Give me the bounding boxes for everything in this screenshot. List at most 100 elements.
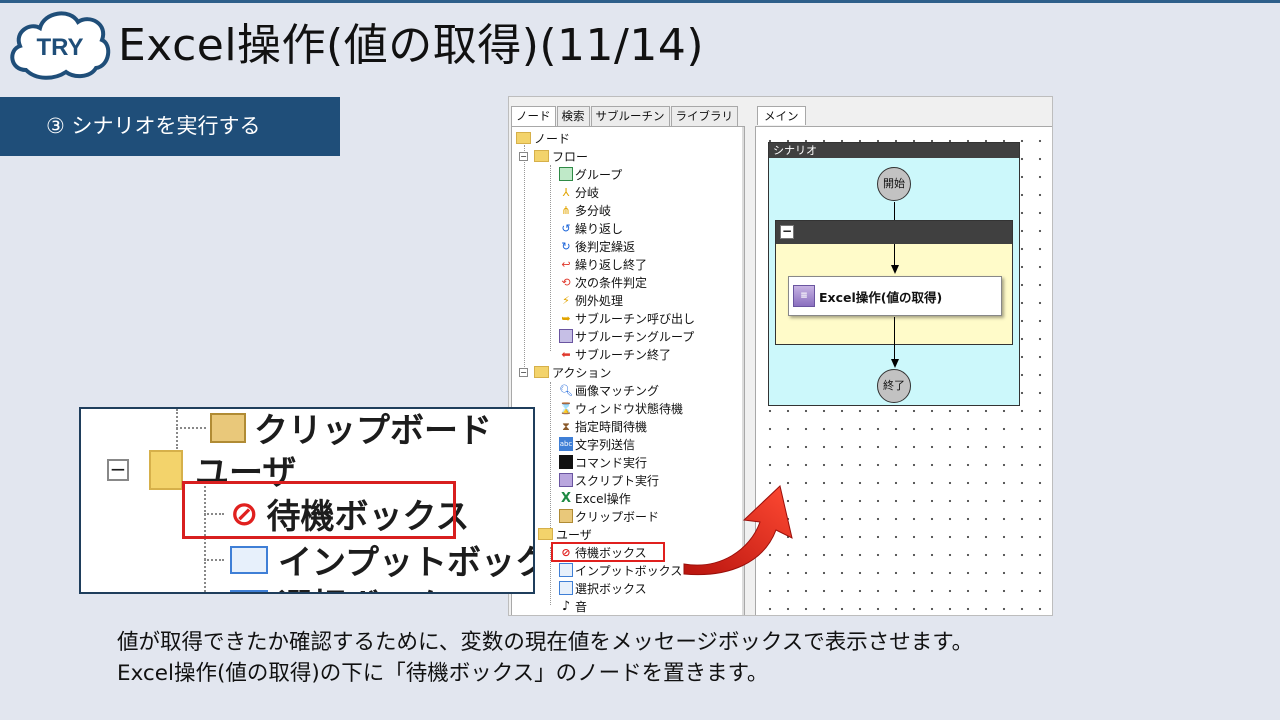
zoom-item-input-box: インプットボックス [204, 535, 533, 584]
tree-item-loop[interactable]: ↺ 繰り返し [559, 219, 623, 237]
try-label: TRY [36, 34, 83, 61]
tree-item-command[interactable]: コマンド実行 [559, 453, 647, 471]
tree-item-label: ウィンドウ状態待機 [575, 401, 684, 416]
tree-item-send-text[interactable]: abc 文字列送信 [559, 435, 635, 453]
tree-item-subroutine-end[interactable]: ⬅ サブルーチン終了 [559, 345, 671, 363]
hourglass-icon: ⧗ [562, 419, 570, 433]
folder-icon [538, 528, 553, 540]
tree-item-label: 後判定繰返 [575, 239, 636, 254]
collapse-toggle-icon[interactable]: − [519, 151, 528, 161]
folder-icon [534, 150, 549, 162]
tree-folder-action[interactable]: − アクション [519, 363, 611, 381]
tree-item-label: 例外処理 [575, 293, 624, 308]
tree-item-multi-branch[interactable]: ⋔ 多分岐 [559, 201, 611, 219]
group-icon [559, 167, 573, 181]
collapse-button[interactable]: − [780, 225, 794, 239]
tab-subroutine[interactable]: サブルーチン [590, 106, 670, 126]
tree-item-label: コマンド実行 [575, 455, 648, 470]
tree-item-label: 分岐 [575, 185, 600, 200]
zoom-item-select-box: 選択ボックス [204, 579, 481, 592]
loop-icon: ↺ [561, 221, 571, 235]
tree-root-label: ノード [534, 131, 571, 146]
tree-item-label: 指定時間待機 [575, 419, 648, 434]
step-banner: ③ シナリオを実行する [0, 97, 340, 156]
script-icon [559, 473, 573, 487]
tree-item-subroutine-group[interactable]: サブルーチングループ [559, 327, 694, 345]
tree-folder-label: ユーザ [556, 527, 592, 542]
tree-root[interactable]: ノード [516, 129, 570, 147]
tree-item-label: 音 [575, 599, 588, 614]
tree-folder-user[interactable]: ユーザ [538, 525, 592, 543]
tree-item-label: Excel操作 [575, 491, 631, 506]
excel-action-node[interactable]: ≡ Excel操作(値の取得) [788, 276, 1002, 316]
clipboard-icon [559, 509, 573, 523]
excel-action-icon: ≡ [793, 285, 815, 307]
tab-main[interactable]: メイン [757, 106, 806, 125]
magnifier-icon: 🔍︎ [559, 383, 573, 397]
tree-item-branch[interactable]: ⅄ 分岐 [559, 183, 599, 201]
collapse-toggle-icon[interactable]: − [519, 367, 528, 377]
tree-item-group[interactable]: グループ [559, 165, 622, 183]
tree-item-loop-end[interactable]: ↩ 繰り返し終了 [559, 255, 647, 273]
tree-folder-label: フロー [552, 149, 589, 164]
tab-node[interactable]: ノード [511, 106, 556, 127]
tree-item-label: 繰り返し終了 [575, 257, 648, 272]
tree-item-label: サブルーチングループ [575, 329, 695, 344]
keyboard-icon: abc [559, 437, 573, 451]
branch-icon: ⅄ [562, 185, 570, 199]
tree-item-label: インプットボックス [575, 563, 683, 578]
tree-item-label: スクリプト実行 [575, 473, 660, 488]
tree-item-excel[interactable]: X Excel操作 [559, 489, 631, 507]
scenario-title: シナリオ [769, 143, 1019, 158]
tree-folder-label: アクション [552, 365, 612, 380]
subroutine-group-icon [559, 329, 573, 343]
tab-library[interactable]: ライブラリ [670, 106, 738, 126]
tree-item-timed-wait[interactable]: ⧗ 指定時間待機 [559, 417, 647, 435]
caption-line-2: Excel操作(値の取得)の下に「待機ボックス」のノードを置きます。 [117, 661, 769, 686]
tree-item-label: サブルーチン呼び出し [575, 311, 696, 326]
tree-item-clipboard[interactable]: クリップボード [559, 507, 659, 525]
select-box-icon [559, 581, 573, 595]
tree-item-label: グループ [575, 167, 623, 182]
scenario-box[interactable]: シナリオ 開始 − ≡ Excel操作(値の取得) 終了 [768, 142, 1020, 406]
excel-x-icon: X [560, 491, 572, 505]
tree-folder-flow[interactable]: − フロー [519, 147, 588, 165]
zoom-item-label: インプットボックス [278, 543, 533, 583]
tree-item-input-box[interactable]: インプットボックス [559, 561, 682, 579]
input-box-icon [230, 545, 268, 574]
excel-action-label: Excel操作(値の取得) [819, 289, 943, 305]
tree-item-image-matching[interactable]: 🔍︎ 画像マッチング [559, 381, 659, 399]
tree-item-label: 文字列送信 [575, 437, 636, 452]
node-tabs: ノード 検索 サブルーチン ライブラリ [511, 106, 739, 127]
slide-title: Excel操作(値の取得)(11/14) [118, 20, 705, 71]
tree-item-label: 画像マッチング [575, 383, 660, 398]
end-node[interactable]: 終了 [877, 369, 911, 403]
multi-branch-icon: ⋔ [561, 203, 571, 217]
subroutine-end-icon: ⬅ [561, 347, 571, 361]
folder-icon [149, 449, 183, 490]
top-rule [0, 0, 1280, 3]
window-wait-icon: ⌛ [559, 401, 573, 415]
tree-item-sound[interactable]: ♪ 音 [559, 597, 587, 615]
tree-item-label: サブルーチン終了 [575, 347, 672, 362]
wait-box-highlight [551, 542, 665, 562]
group-header: − [776, 221, 1012, 244]
folder-icon [534, 366, 549, 378]
start-node[interactable]: 開始 [877, 167, 911, 201]
tree-item-window-wait[interactable]: ⌛ ウィンドウ状態待機 [559, 399, 683, 417]
caption: 値が取得できたか確認するために、変数の現在値をメッセージボックスで表示させます。… [117, 627, 973, 689]
music-note-icon: ♪ [561, 599, 571, 613]
exception-icon: ⚡ [562, 293, 570, 307]
tree-item-label: 多分岐 [575, 203, 612, 218]
clipboard-icon [210, 412, 246, 443]
tree-item-exception[interactable]: ⚡ 例外処理 [559, 291, 623, 309]
tree-item-script[interactable]: スクリプト実行 [559, 471, 659, 489]
tree-item-select-box[interactable]: 選択ボックス [559, 579, 647, 597]
try-cloud-badge-icon: TRY [10, 11, 111, 80]
tree-item-next-condition[interactable]: ⟲ 次の条件判定 [559, 273, 647, 291]
tree-item-post-loop[interactable]: ↻ 後判定繰返 [559, 237, 635, 255]
zoom-wait-box-highlight [182, 481, 456, 539]
group-node[interactable]: − ≡ Excel操作(値の取得) [775, 220, 1013, 346]
tree-item-subroutine-call[interactable]: ➥ サブルーチン呼び出し [559, 309, 695, 327]
tab-search[interactable]: 検索 [556, 106, 590, 126]
